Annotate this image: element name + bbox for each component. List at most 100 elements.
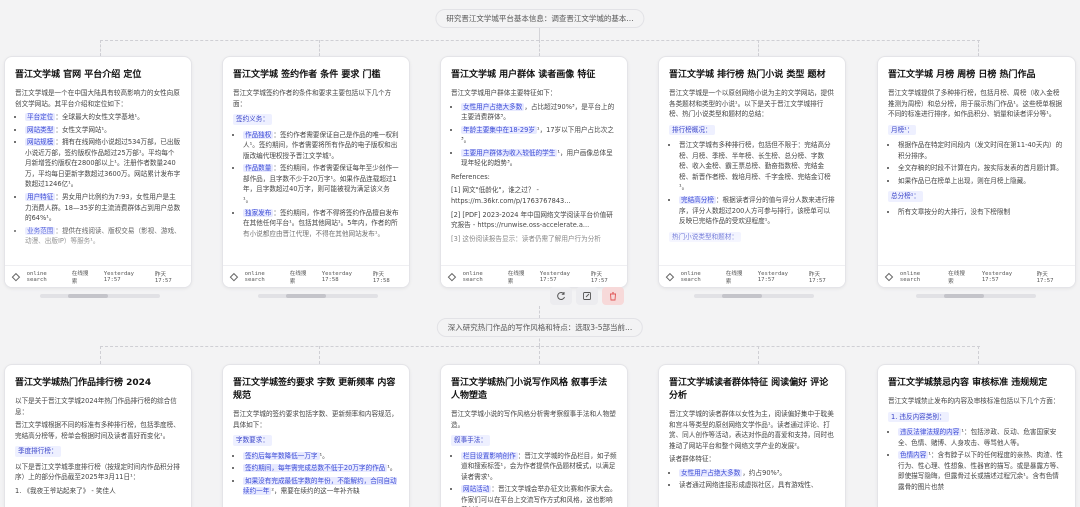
connector-top-drop-2	[319, 40, 320, 56]
section-heading: 季度排行榜：	[15, 446, 61, 457]
list-item: 作品独权：签约作者需要保证自己是作品的唯一权利人¹。签约期间，作者需要将所有作品…	[243, 130, 399, 162]
item-text: 如果作品已在榜单上出现，则在月榜上隐藏。	[898, 176, 1030, 185]
card-title: 晋江文学城 官网 平台介绍 定位	[15, 70, 142, 80]
list-item: 晋江文学城有多种排行榜，包括但不限于：完结高分榜、月榜、季榜、半年榜、长生榜、总…	[679, 140, 835, 193]
card-scrollbar[interactable]	[916, 294, 1036, 298]
search-result-card[interactable]: 晋江文学城禁忌内容 审核标准 违规规定 晋江文学城禁止发布的内容及审核标准包括以…	[877, 364, 1076, 507]
list-item: 独家发布：签约期间，作者不得将签约作品擅自发布在其他任何平台¹。包括其他网站¹。…	[243, 208, 399, 240]
list-item: 签约后每年数降低一万字¹。	[243, 451, 399, 462]
scrollbar-thumb[interactable]	[944, 294, 984, 298]
scrollbar-thumb[interactable]	[286, 294, 326, 298]
search-result-card[interactable]: 晋江文学城读者群体特征 阅读偏好 评论分析 晋江文学城的读者群体以女性为主，阅读…	[658, 364, 846, 507]
connector-top-h	[100, 40, 980, 41]
item-key: 年龄主要集中在18-29岁	[461, 125, 537, 134]
search-tool-icon	[447, 272, 456, 281]
item-text: 读者通过网络连接形成虚拟社区，具有游戏性、	[679, 481, 818, 490]
references-heading: References:	[451, 172, 490, 181]
card-footer: online search 在线搜索 Yesterday 17:57 昨天 17…	[5, 265, 191, 287]
step-label-top[interactable]: 研究晋江文学城平台基本信息：调查晋江文学城的基本...	[435, 9, 645, 28]
list-item: 主要用户群体为收入较低的学生¹，用户画像总体呈现年轻化的趋势³。	[461, 148, 617, 169]
card-intro: 晋江文学城签约作者的条件和要求主要包括以下几个方面：	[233, 89, 392, 108]
tool-name: online search	[899, 270, 921, 283]
card-title: 晋江文学城 签约作者 条件 要求 门槛	[233, 70, 381, 80]
item-key: 作品独权	[243, 130, 274, 139]
section-heading: 签约义务：	[233, 114, 272, 125]
search-result-card[interactable]: 晋江文学城 官网 平台介绍 定位 晋江文学城是一个在中国大陆具有较高影响力的女性…	[4, 56, 192, 288]
item-text: ：全球最大的女性文学基地¹。	[55, 113, 144, 122]
section-heading: 1. 违反内容类别：	[888, 411, 949, 423]
card-scrollbar[interactable]	[40, 294, 160, 298]
item-key: 网站规模	[25, 138, 56, 147]
search-result-card[interactable]: 晋江文学城签约要求 字数 更新频率 内容规范 晋江文学城的签约要求包括字数、更新…	[222, 364, 410, 507]
card-body: 晋江文学城是一个在中国大陆具有较高影响力的女性向原创文学网站。其平台介绍和定位如…	[5, 86, 191, 265]
list-item: 1. 《我夜王爷站起来了》 - 笑佳人	[15, 486, 116, 495]
refresh-button[interactable]	[550, 287, 572, 305]
item-key: 色情内容	[898, 451, 929, 460]
card-body: 晋江文学城的签约要求包括字数、更新频率和内容规范，具体如下： 字数要求： 签约后…	[223, 407, 409, 502]
search-tool-icon	[884, 272, 894, 281]
card-title: 晋江文学城 排行榜 热门小说 类型 题材	[669, 70, 826, 80]
section-heading: 热门小说类型和题材：	[669, 231, 741, 243]
card-footer: online search 在线搜索 Yesterday 17:57 昨天 17…	[441, 265, 627, 287]
search-result-card[interactable]: 晋江文学城 月榜 周榜 日榜 热门作品 晋江文学城提供了多种排行榜，包括月榜、周…	[877, 56, 1076, 288]
list-item: 所有文章按分的大排行，没有下榜限制	[898, 207, 1065, 218]
section-heading: 排行榜概况：	[669, 124, 715, 136]
card-body: 以下是关于晋江文学城2024年热门作品排行榜的综合信息： 晋江文学城根据不同的标…	[5, 394, 191, 501]
card-title: 晋江文学城 用户群体 读者画像 特征	[451, 70, 596, 80]
list-item: 色情内容¹：含有脖子以下的任何程度的亲热、肉渣、性行为、性心理、性想象、性器官的…	[898, 450, 1065, 492]
search-result-card[interactable]: 晋江文学城热门作品排行榜 2024 以下是关于晋江文学城2024年热门作品排行榜…	[4, 364, 192, 507]
card-intro: 晋江文学城是一个在中国大陆具有较高影响力的女性向原创文学网站。其平台介绍和定位如…	[15, 89, 180, 108]
card-body: 晋江文学城用户群体主要特征如下： 女性用户占绝大多数，占比超过90%³，是平台上…	[441, 86, 627, 265]
card-intro: 晋江文学城的读者群体以女性为主，阅读偏好集中于耽美和宫斗等类型的原创网络文学作品…	[669, 410, 834, 450]
connector-mid-v	[539, 306, 540, 318]
scrollbar-thumb[interactable]	[68, 294, 108, 298]
card-body: 晋江文学城的读者群体以女性为主，阅读偏好集中于耽美和宫斗等类型的原创网络文学作品…	[659, 407, 845, 496]
connector-top-drop-3	[539, 40, 540, 56]
item-text: ¹。	[387, 464, 397, 473]
card-body: 晋江文学城签约作者的条件和要求主要包括以下几个方面： 签约义务： 作品独权：签约…	[223, 86, 409, 265]
edit-button[interactable]	[576, 287, 598, 305]
list-item: 读者通过网络连接形成虚拟社区，具有游戏性、	[679, 480, 835, 491]
reference-link[interactable]: [2] [PDF] 2023-2024 年中国网络文学阅读平台价值研究报告 - …	[451, 210, 617, 231]
card-scrollbar[interactable]	[258, 294, 378, 298]
scrollbar-thumb[interactable]	[722, 294, 762, 298]
item-text: 全文存稿的时段不计算在内，按实际发表的首月题计算。	[898, 164, 1063, 173]
timestamp: Yesterday 17:57	[757, 270, 789, 283]
card-body: 晋江文学城禁止发布的内容及审核标准包括以下几个方面： 1. 违反内容类别： 违反…	[878, 394, 1075, 497]
item-text: ¹。	[319, 451, 329, 460]
card-intro: 晋江文学城小说的写作风格分析需考察叙事手法和人物塑造。	[451, 410, 616, 429]
item-text: ：提供在线阅读、版权交易（影视、游戏、动漫、出版IP）等服务¹。	[25, 226, 181, 246]
search-result-card[interactable]: 晋江文学城 签约作者 条件 要求 门槛 晋江文学城签约作者的条件和要求主要包括以…	[222, 56, 410, 288]
step-label-middle[interactable]: 深入研究热门作品的写作风格和特点：选取3-5部当前...	[436, 318, 644, 337]
list-item: 用户特征：男女用户比例约为7:93，女性用户是主力消费人群。18—35岁的主流消…	[25, 192, 181, 224]
connector-top-drop-5	[978, 40, 979, 56]
delete-button[interactable]	[602, 287, 624, 305]
timestamp-cn: 昨天 17:57	[1036, 271, 1054, 284]
item-key: 违反法律法规的内容	[898, 428, 962, 437]
tool-name: online search	[680, 270, 701, 283]
search-tool-icon	[229, 272, 238, 281]
card-footer: online search 在线搜索 Yesterday 17:57 昨天 17…	[878, 265, 1075, 287]
search-tool-icon	[11, 272, 20, 281]
search-result-card[interactable]: 晋江文学城 排行榜 热门小说 类型 题材 晋江文学城是一个以原创网络小说为主的文…	[658, 56, 846, 288]
search-result-card[interactable]: 晋江文学城热门小说写作风格 叙事手法 人物塑造 晋江文学城小说的写作风格分析需考…	[440, 364, 628, 507]
list-item: 网站活动：晋江文学城会举办征文比赛和作家大会。作家们可以在平台上交流写作方式和风…	[461, 484, 617, 507]
search-result-card[interactable]: 晋江文学城 用户群体 读者画像 特征 晋江文学城用户群体主要特征如下： 女性用户…	[440, 56, 628, 288]
card-title: 晋江文学城热门小说写作风格 叙事手法 人物塑造	[451, 378, 608, 402]
card-paragraph: 晋江文学城根据不同的标准有多种排行榜，包括季度榜、完结高分榜等，榜单会根据时间及…	[15, 421, 180, 440]
card-title: 晋江文学城 月榜 周榜 日榜 热门作品	[888, 70, 1036, 80]
reference-link[interactable]: [3] 这份阅读报告显示：读者仍需了解用户行为分析	[451, 234, 617, 245]
timestamp-cn: 昨天 17:57	[590, 271, 608, 284]
card-body: 晋江文学城小说的写作风格分析需考察叙事手法和人物塑造。 叙事手法： 栏目设置影响…	[441, 407, 627, 507]
tool-name-cn: 在线搜索	[71, 270, 89, 285]
timestamp-cn: 昨天 17:57	[808, 271, 826, 284]
item-text: ，约占90%³。	[742, 468, 787, 477]
node-actions	[550, 287, 624, 305]
tool-name: online search	[26, 270, 47, 283]
connector-mid-drop-5	[978, 346, 979, 364]
tool-name-cn: 在线搜索	[507, 270, 525, 285]
card-scrollbar[interactable]	[694, 294, 814, 298]
list-item: 如果没有完成最低字数的年份，不能解约，合同自动续约一年²，需要在续约的这一年补齐…	[243, 476, 399, 497]
reference-link[interactable]: [1] 网文"低龄化"，谁之过？ - https://m.36kr.com/p/…	[451, 185, 617, 206]
list-item: 根据作品在特定时间段内（发文时间在第11-40天内）的积分排序。	[898, 140, 1065, 161]
